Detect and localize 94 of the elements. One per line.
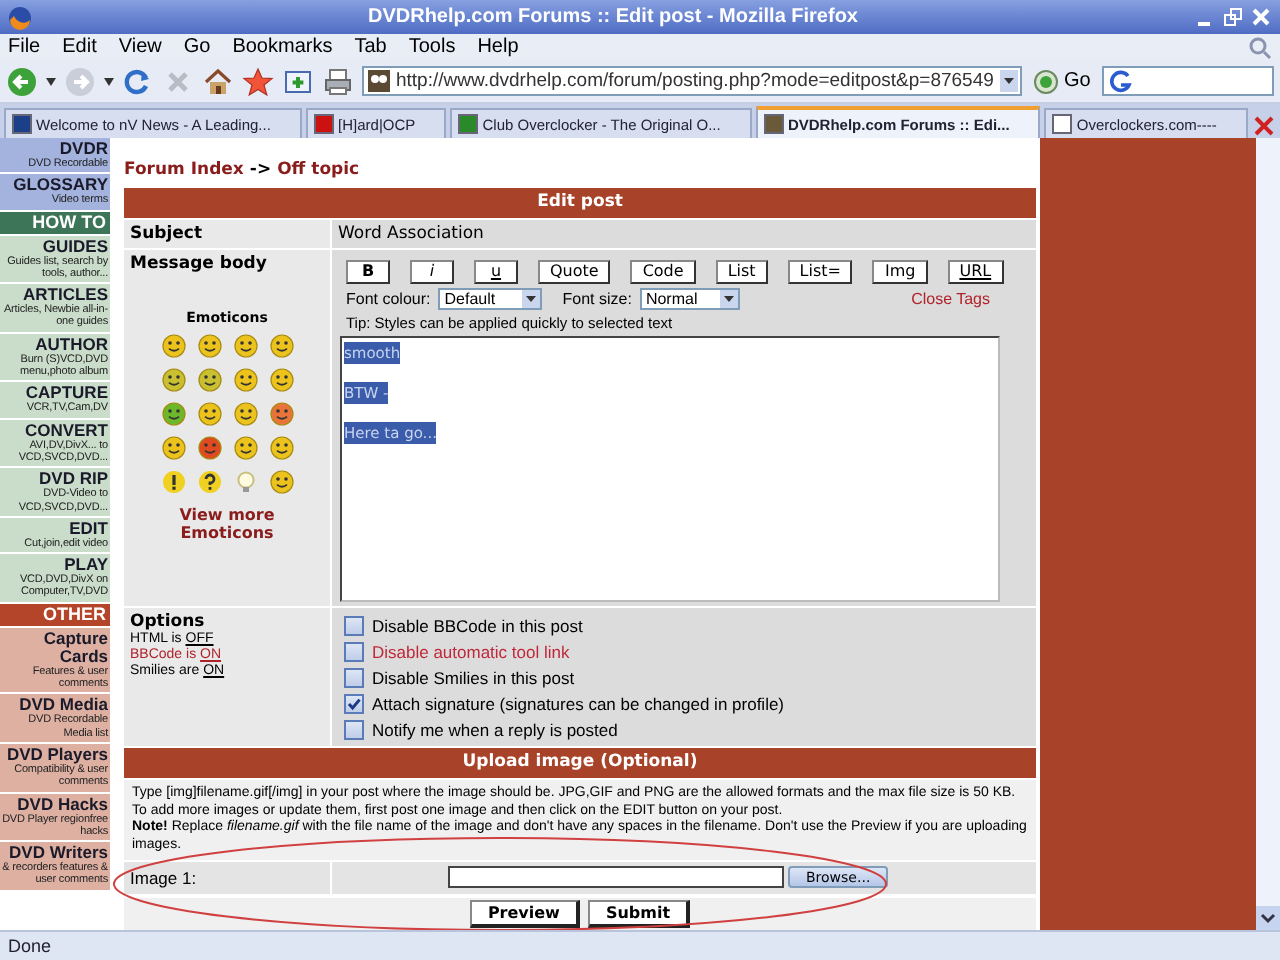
checkbox-label: Disable BBCode in this post [372, 615, 583, 635]
format-button[interactable]: URL [947, 260, 1004, 284]
smiley-icon[interactable] [197, 334, 221, 358]
smiley-icon[interactable] [161, 402, 185, 426]
more-emoticons-link[interactable]: View more Emoticons [167, 506, 287, 542]
field-label: Image 1: [130, 868, 197, 888]
format-button[interactable]: i [410, 260, 454, 284]
smiley-icon[interactable] [161, 334, 185, 358]
checkbox-label: Attach signature (signatures can be changed in profile) [372, 693, 785, 713]
search-field[interactable] [1102, 66, 1274, 96]
question-icon[interactable] [197, 470, 221, 494]
lightbulb-icon[interactable] [233, 470, 257, 494]
smiley-icon[interactable] [269, 436, 293, 460]
throbber-icon [1248, 35, 1272, 59]
file-input[interactable] [448, 866, 784, 888]
menu-item[interactable]: Go [183, 36, 211, 58]
format-button[interactable]: List [715, 260, 768, 284]
submit-button[interactable]: Submit [587, 900, 691, 928]
breadcrumb-separator: -> [249, 160, 272, 180]
menu-item[interactable]: Tools [408, 36, 456, 58]
field-label: Options [130, 612, 207, 632]
section-header: Edit post [124, 188, 1036, 218]
format-button[interactable]: Img [872, 260, 928, 284]
scrollbar[interactable] [1256, 138, 1280, 930]
close-tab-icon[interactable] [1252, 114, 1277, 138]
status-text: Done [8, 936, 52, 956]
breadcrumb-link[interactable]: Off topic [277, 160, 360, 180]
dropdown-caret-icon [522, 290, 541, 308]
site-icon [368, 70, 390, 92]
format-button[interactable]: u [474, 260, 518, 284]
field-label: Message body [130, 254, 267, 274]
menu-item[interactable]: File [8, 36, 41, 58]
address-field[interactable]: http://www.dvdrhelp.com/forum/posting.php?mode=editpost&p=876549 [362, 66, 1022, 96]
restore-icon[interactable] [1222, 6, 1244, 28]
checkbox[interactable] [344, 719, 364, 739]
checkbox-label: Notify me when a reply is posted [372, 719, 618, 739]
menu-item[interactable]: View [118, 36, 162, 58]
reload-icon[interactable] [122, 65, 154, 97]
close-icon[interactable] [1250, 6, 1272, 28]
submit-button[interactable]: Preview [469, 900, 580, 928]
smiley-icon[interactable] [269, 402, 293, 426]
checkbox[interactable] [344, 615, 364, 635]
smiley-icon[interactable] [269, 368, 293, 392]
menu-item[interactable]: Tab [354, 36, 387, 58]
smiley-icon[interactable] [197, 368, 221, 392]
check-icon [346, 695, 362, 711]
printer-icon[interactable] [322, 65, 354, 97]
close-tags-link[interactable]: Close Tags [911, 290, 990, 308]
smiley-icon[interactable] [269, 470, 293, 494]
breadcrumb-link[interactable]: Forum Index [124, 160, 244, 180]
smiley-icon[interactable] [161, 368, 185, 392]
smiley-icon[interactable] [233, 436, 257, 460]
format-button[interactable]: List= [787, 260, 853, 284]
home-icon[interactable] [202, 65, 234, 97]
menu-item[interactable]: Edit [62, 36, 97, 58]
scroll-down-icon[interactable] [1256, 906, 1280, 930]
font-colour-select[interactable]: Default [438, 288, 543, 310]
star-icon[interactable] [242, 65, 274, 97]
format-button[interactable]: Code [630, 260, 696, 284]
smiley-icon[interactable] [197, 436, 221, 460]
smiley-icon[interactable] [269, 334, 293, 358]
smiley-icon[interactable] [233, 368, 257, 392]
caret-icon[interactable] [104, 77, 114, 85]
go-button[interactable]: Go [1030, 69, 1095, 93]
sidebar-header: HOW TO [0, 211, 110, 236]
checkbox[interactable] [344, 667, 364, 687]
checkbox[interactable] [344, 693, 364, 713]
smiley-icon[interactable] [233, 402, 257, 426]
smiley-icon[interactable] [197, 402, 221, 426]
firefox-icon [8, 5, 32, 29]
dropdown-caret-icon[interactable] [999, 70, 1018, 92]
font-size-select[interactable]: Normal [639, 288, 740, 310]
checkbox-label: Disable Smilies in this post [372, 667, 575, 687]
format-button[interactable]: Quote [538, 260, 611, 284]
subject-text: Word Association [338, 224, 484, 244]
section-header: Upload image (Optional) [124, 748, 1036, 778]
caret-icon[interactable] [46, 77, 56, 85]
field-label: Subject [130, 224, 203, 244]
checkbox[interactable] [344, 641, 364, 661]
menu-item[interactable]: Bookmarks [232, 36, 333, 58]
smiley-icon[interactable] [161, 436, 185, 460]
select-label: Font size: [562, 290, 632, 308]
smiley-icon[interactable] [233, 334, 257, 358]
search-engine-icon [1108, 69, 1133, 93]
go-icon [1034, 69, 1058, 93]
exclamation-icon[interactable] [161, 470, 185, 494]
new-window-icon[interactable] [282, 65, 314, 97]
sidebar-header: OTHER [0, 603, 110, 628]
format-button[interactable]: B [346, 260, 390, 284]
select-label: Font colour: [346, 290, 431, 308]
dropdown-caret-icon [719, 290, 738, 308]
window-title: DVDRhelp.com Forums :: Edit post - Mozilla Firefox [365, 6, 860, 28]
checkbox-label: Disable automatic tool link [372, 641, 570, 661]
menu-item[interactable]: Help [477, 36, 519, 58]
